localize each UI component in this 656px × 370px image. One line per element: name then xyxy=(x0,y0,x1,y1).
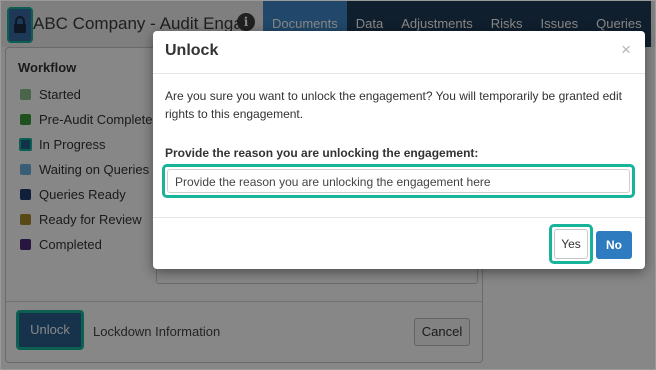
reason-input[interactable]: Provide the reason you are unlocking the… xyxy=(167,169,630,193)
dialog-title: Unlock xyxy=(165,42,219,59)
dialog-body: Are you sure you want to unlock the enga… xyxy=(162,87,635,198)
no-button[interactable]: No xyxy=(596,231,632,259)
close-icon[interactable]: × xyxy=(621,41,631,59)
yes-button-highlight: Yes xyxy=(549,224,593,264)
confirmation-message: Are you sure you want to unlock the enga… xyxy=(165,89,622,121)
yes-button[interactable]: Yes xyxy=(554,229,588,259)
dialog-footer: Yes No xyxy=(153,217,645,270)
unlock-dialog: Unlock × Are you sure you want to unlock… xyxy=(153,31,645,269)
reason-input-highlight: Provide the reason you are unlocking the… xyxy=(162,164,635,198)
app-window: ABC Company - Audit Enga i Documents Data… xyxy=(0,0,656,370)
dialog-header: Unlock × xyxy=(153,31,645,74)
reason-label: Provide the reason you are unlocking the… xyxy=(165,146,479,160)
